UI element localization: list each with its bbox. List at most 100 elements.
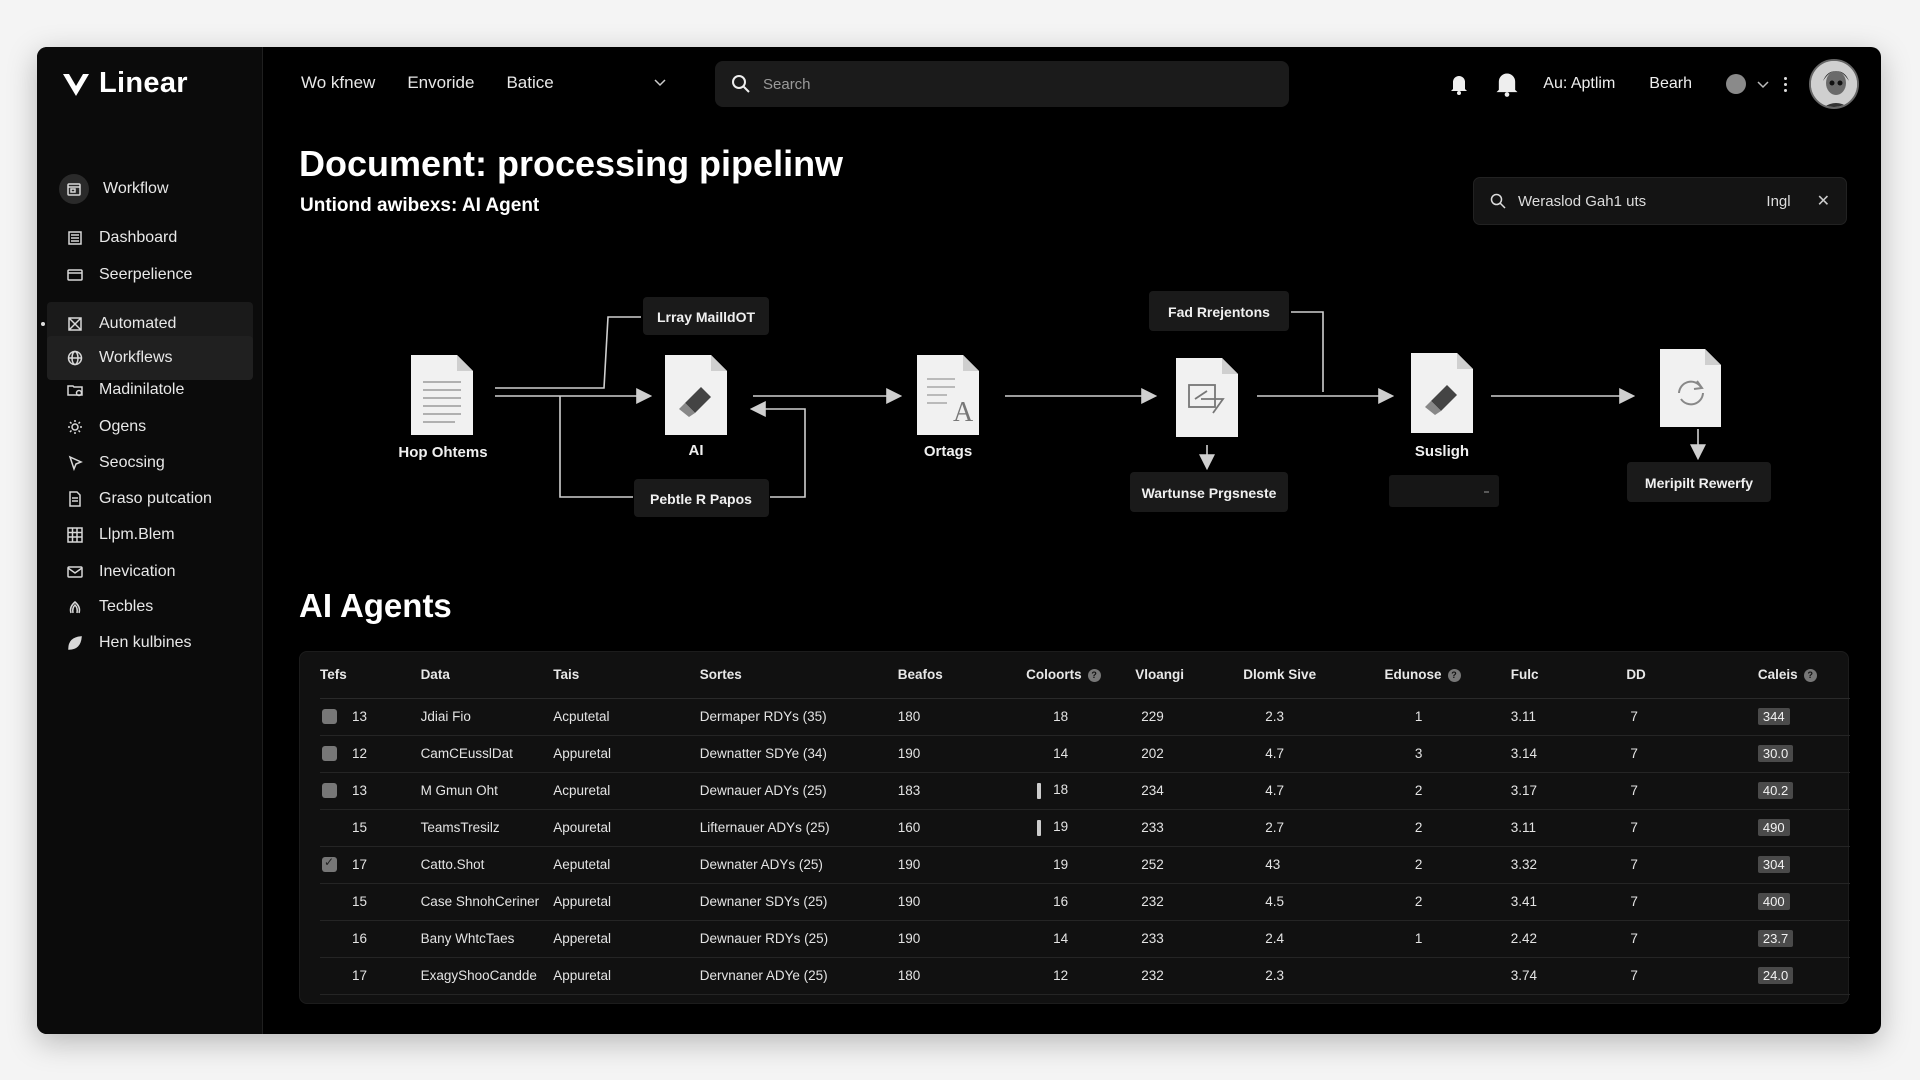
sidebar-item-workflow[interactable]: Workflow [37,167,263,211]
search-input[interactable] [763,75,1243,93]
table-row[interactable]: 12 CamCEusslDat Appuretal Dewnatter SDYe (3… [320,735,1850,773]
pipeline-box-meripilt[interactable]: Meripilt Rewerfy [1627,462,1771,502]
column-header[interactable]: Dlomk Sive [1243,652,1385,699]
bell-icon[interactable] [1447,72,1471,96]
top-tab-envoride[interactable]: Envoride [407,73,474,93]
pipeline-box-lrray[interactable]: Lrray MailldOT [643,297,769,335]
cell-value: 16 [352,931,368,946]
table-cell: 19 [1026,809,1136,847]
table-cell: Dewnater ADYs (25) [699,846,898,884]
column-header[interactable]: Sortes [699,652,898,699]
more-menu-icon[interactable] [1784,76,1787,92]
column-header[interactable]: Fulc [1510,652,1627,699]
table-cell: 3 [1384,735,1511,773]
chevron-down-icon[interactable] [653,75,667,89]
cell-value: 1 [1414,709,1423,724]
table-row[interactable]: 15 TeamsTresilz Apouretal Lifternauer ADYs … [320,809,1850,847]
cell-value: 3.32 [1510,857,1538,872]
pipeline-node-1[interactable]: Hop Ohtems [398,355,488,461]
table-cell: Acpuretal [553,772,700,810]
cell-value: 3.11 [1510,709,1537,724]
table-cell: 23.7 [1757,920,1850,958]
column-header[interactable]: Beafos [897,652,1027,699]
table-cell: 2.42 [1510,920,1627,958]
pipeline-diagram: Hop Ohtems AI A Ortags Susligh Lrray Mai… [398,291,1771,517]
user-label[interactable]: Au: Aptlim [1543,75,1615,93]
table-cell: 2 [1384,846,1511,884]
table-cell: 3.14 [1510,735,1627,773]
table-cell: 234 [1135,772,1244,810]
table-row[interactable]: 16 Bany WhtcTaes Apperetal Dewnauer RDYs (2… [320,920,1850,958]
cell-value: TeamsTresilz [420,820,500,835]
table-cell: 180 [897,698,1027,736]
help-icon[interactable]: ? [1803,669,1817,683]
sidebar-item-seerpelience[interactable]: Seerpelience [37,253,263,297]
pipeline-node-5[interactable]: Susligh [1411,353,1473,460]
table-row[interactable]: 13 M Gmun Oht Acpuretal Dewnauer ADYs (25) 1… [320,772,1850,810]
cell-value: 2 [1414,783,1423,798]
table-cell: 3.11 [1510,809,1627,847]
table-cell: Appuretal [553,735,700,773]
sidebar-item-label: Dashboard [99,229,178,246]
cell-value: 4.7 [1265,783,1285,798]
column-header[interactable]: DD [1626,652,1758,699]
table-cell: 304 [1757,846,1850,884]
pipeline-box-fad[interactable]: Fad Rrejentons [1149,291,1289,331]
search-icon [1490,193,1506,209]
column-header[interactable]: Caleis? [1757,652,1850,699]
search-bar[interactable] [715,61,1289,107]
pipeline-node-6[interactable] [1660,349,1721,427]
pipeline-box-pebtle[interactable]: Pebtle R Papos [634,479,769,517]
filter-language[interactable]: Ingl [1766,193,1790,210]
table-cell: 3.32 [1510,846,1627,884]
notifications-bell-icon[interactable] [1493,70,1521,98]
top-tab-workflow[interactable]: Wo kfnew [301,73,375,93]
column-header[interactable]: Coloorts? [1026,652,1136,699]
top-bar: Wo kfnew Envoride Batice Au: Aptlim Bear… [263,47,1881,121]
row-checkbox[interactable] [322,783,337,799]
cell-value: 7 [1630,709,1638,724]
close-icon[interactable]: ✕ [1817,191,1830,211]
row-checkbox[interactable] [322,855,337,873]
table-row[interactable]: 15 Case ShnohCeriner Appuretal Dewnaner SDY… [320,883,1850,921]
avatar[interactable] [1809,59,1859,109]
help-icon[interactable]: ? [1087,669,1101,683]
status-bar-icon [1037,819,1042,836]
column-header[interactable]: Tefs [320,652,421,699]
table-row[interactable]: 13 Jdiai Fio Acputetal Dermaper RDYs (35) 18… [320,698,1850,736]
cell-value: Acputetal [553,709,610,724]
pipeline-node-label: Hop Ohtems [398,444,487,461]
table-row[interactable]: 17 ExagyShooCandde Appuretal Dervnaner ADYe… [320,957,1850,995]
chevron-down-icon[interactable] [1756,77,1770,91]
column-header[interactable]: Tais [553,652,700,699]
pipeline-node-3[interactable]: A Ortags [917,355,979,460]
pipeline-box-wartunse[interactable]: Wartunse Prgsneste [1130,472,1288,512]
sidebar-item-label: Hen kulbines [99,634,192,651]
table-cell: 190 [897,735,1027,773]
app-logo[interactable]: Linear [61,67,188,100]
row-checkbox[interactable] [322,709,337,725]
cell-value: 2 [1414,820,1423,835]
status-dot-icon[interactable] [1726,74,1746,94]
cell-value: 19 [1053,819,1069,835]
table-cell: 3.11 [1510,698,1627,736]
table-cell: 1 [1384,920,1511,958]
column-header[interactable]: Edunose? [1384,652,1511,699]
table-cell: 24.0 [1757,957,1850,995]
pipeline-node-4[interactable] [1176,358,1238,437]
table-cell: 12 [1026,957,1136,995]
filter-field[interactable]: Weraslod Gah1 uts Ingl ✕ [1473,177,1847,225]
sidebar-item-hen-kulbines[interactable]: Hen kulbines [37,621,263,665]
table-cell: 18 [1026,772,1136,810]
column-header[interactable]: Vloangi [1135,652,1244,699]
column-header[interactable]: Data [420,652,554,699]
pipeline-node-2[interactable]: AI [665,355,727,459]
row-checkbox[interactable] [322,746,337,762]
search-label[interactable]: Bearh [1649,75,1692,93]
top-tab-batice[interactable]: Batice [506,73,553,93]
pointer-icon [65,453,85,473]
help-icon[interactable]: ? [1447,669,1461,683]
top-tabs: Wo kfnew Envoride Batice [301,73,666,93]
pipeline-empty-box [1389,475,1499,507]
table-row[interactable]: 17 Catto.Shot Aeputetal Dewnater ADYs (25) 1… [320,846,1850,884]
